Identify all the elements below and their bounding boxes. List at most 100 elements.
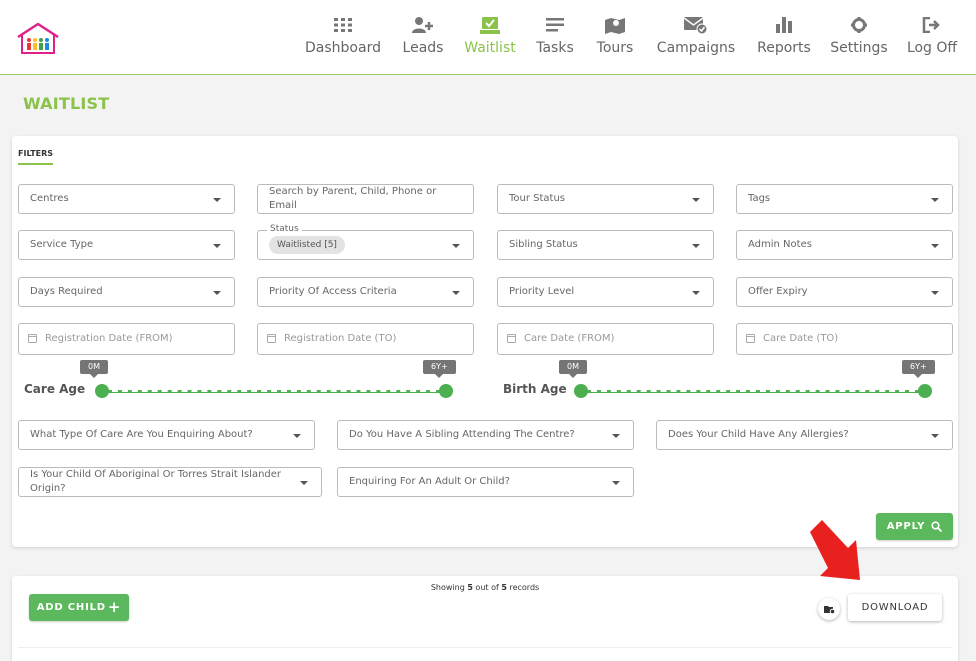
chevron-down-icon xyxy=(452,244,460,248)
nav-leads[interactable]: Leads xyxy=(401,14,445,64)
top-navigation-bar: Dashboard Leads Waitlist Tasks Tours Cam… xyxy=(0,0,976,75)
care-date-from-placeholder: Care Date (FROM) xyxy=(524,333,615,344)
map-pin-icon xyxy=(605,14,625,36)
adult-child-question-select[interactable]: Enquiring For An Adult Or Child? xyxy=(337,467,634,497)
nav-label: Log Off xyxy=(906,40,958,56)
allergies-question-select[interactable]: Does Your Child Have Any Allergies? xyxy=(656,420,953,450)
birth-age-min-value: 0M xyxy=(559,360,587,378)
tags-label: Tags xyxy=(748,193,771,204)
care-date-to[interactable]: Care Date (TO) xyxy=(736,323,953,355)
care-type-question-select[interactable]: What Type Of Care Are You Enquiring Abou… xyxy=(18,420,315,450)
birth-age-label: Birth Age xyxy=(503,382,567,396)
filters-tab[interactable]: FILTERS xyxy=(18,149,54,165)
birth-age-min-handle[interactable] xyxy=(574,384,588,398)
nav-settings[interactable]: Settings xyxy=(830,14,888,64)
nav-tours[interactable]: Tours xyxy=(595,14,635,64)
care-date-from[interactable]: Care Date (FROM) xyxy=(497,323,714,355)
divider xyxy=(18,647,952,648)
chevron-down-icon xyxy=(692,244,700,248)
calendar-icon xyxy=(28,334,37,343)
care-type-question-label: What Type Of Care Are You Enquiring Abou… xyxy=(30,429,253,440)
aboriginal-question-select[interactable]: Is Your Child Of Aboriginal Or Torres St… xyxy=(18,467,322,497)
sibling-status-label: Sibling Status xyxy=(509,239,578,250)
chevron-down-icon xyxy=(692,198,700,202)
centres-select[interactable]: Centres xyxy=(18,184,235,214)
offer-expiry-select[interactable]: Offer Expiry xyxy=(736,277,953,307)
chevron-down-icon xyxy=(300,481,308,485)
records-count: Showing 5 out of 5 records xyxy=(12,583,958,592)
care-date-to-placeholder: Care Date (TO) xyxy=(763,333,839,344)
nav-reports[interactable]: Reports xyxy=(757,14,811,64)
logo-house-icon[interactable] xyxy=(14,21,62,55)
calendar-icon xyxy=(507,334,516,343)
nav-log-off[interactable]: Log Off xyxy=(907,14,957,64)
nav-waitlist[interactable]: Waitlist xyxy=(464,14,516,64)
birth-age-max-handle[interactable] xyxy=(918,384,932,398)
nav-campaigns[interactable]: Campaigns xyxy=(655,14,737,64)
list-icon xyxy=(546,14,564,36)
records-prefix: Showing xyxy=(430,583,468,592)
status-chip[interactable]: Waitlisted [5] xyxy=(269,236,345,254)
registration-date-to-placeholder: Registration Date (TO) xyxy=(284,333,397,344)
registration-date-from[interactable]: Registration Date (FROM) xyxy=(18,323,235,355)
chevron-down-icon xyxy=(931,291,939,295)
tags-select[interactable]: Tags xyxy=(736,184,953,214)
page-title: WAITLIST xyxy=(23,94,110,113)
allergies-question-label: Does Your Child Have Any Allergies? xyxy=(668,429,849,440)
filters-panel: FILTERS Centres Search by Parent, Child,… xyxy=(12,136,958,547)
birth-age-slider-track[interactable] xyxy=(581,390,925,393)
offer-expiry-label: Offer Expiry xyxy=(748,286,808,297)
registration-date-to[interactable]: Registration Date (TO) xyxy=(257,323,474,355)
calendar-icon xyxy=(746,334,755,343)
priority-access-label: Priority Of Access Criteria xyxy=(269,286,397,297)
care-age-max-handle[interactable] xyxy=(439,384,453,398)
adult-child-question-label: Enquiring For An Adult Or Child? xyxy=(349,476,510,487)
records-suffix: records xyxy=(506,583,540,592)
nav-label: Leads xyxy=(402,40,444,56)
nav-tasks[interactable]: Tasks xyxy=(535,14,575,64)
status-select[interactable]: Status Waitlisted [5] xyxy=(257,224,474,260)
chevron-down-icon xyxy=(931,434,939,438)
priority-level-select[interactable]: Priority Level xyxy=(497,277,714,307)
days-required-select[interactable]: Days Required xyxy=(18,277,235,307)
chevron-down-icon xyxy=(213,198,221,202)
chevron-down-icon xyxy=(612,481,620,485)
chevron-down-icon xyxy=(931,198,939,202)
logout-icon xyxy=(922,14,942,36)
care-age-max-value: 6Y+ xyxy=(423,360,456,378)
nav-label: Settings xyxy=(830,40,888,56)
days-required-label: Days Required xyxy=(30,286,103,297)
results-panel: ADD CHILD + Showing 5 out of 5 records D… xyxy=(12,576,958,661)
care-age-slider-track[interactable] xyxy=(102,390,446,393)
priority-access-select[interactable]: Priority Of Access Criteria xyxy=(257,277,474,307)
bar-chart-icon xyxy=(776,14,792,36)
search-input[interactable]: Search by Parent, Child, Phone or Email xyxy=(257,184,474,214)
nav-label: Reports xyxy=(757,40,811,56)
download-button[interactable]: DOWNLOAD xyxy=(848,594,942,621)
admin-notes-select[interactable]: Admin Notes xyxy=(736,230,953,260)
nav-label: Dashboard xyxy=(305,40,381,56)
aboriginal-question-label: Is Your Child Of Aboriginal Or Torres St… xyxy=(30,469,282,494)
nav-label: Waitlist xyxy=(464,40,516,56)
sibling-status-select[interactable]: Sibling Status xyxy=(497,230,714,260)
folder-gear-icon xyxy=(823,605,835,614)
tour-status-select[interactable]: Tour Status xyxy=(497,184,714,214)
care-age-min-handle[interactable] xyxy=(95,384,109,398)
nav-label: Campaigns xyxy=(656,40,736,56)
nav-dashboard[interactable]: Dashboard xyxy=(305,14,381,64)
birth-age-max-value: 6Y+ xyxy=(902,360,935,378)
apply-button[interactable]: APPLY xyxy=(876,513,953,540)
download-button-label: DOWNLOAD xyxy=(861,602,929,613)
status-legend: Status xyxy=(267,224,302,234)
service-type-select[interactable]: Service Type xyxy=(18,230,235,260)
add-user-icon xyxy=(412,14,434,36)
chevron-down-icon xyxy=(293,434,301,438)
care-age-label: Care Age xyxy=(24,382,86,396)
sibling-question-select[interactable]: Do You Have A Sibling Attending The Cent… xyxy=(337,420,634,450)
gear-icon xyxy=(851,14,867,36)
red-arrow-annotation-icon xyxy=(810,520,860,580)
add-child-button[interactable]: ADD CHILD + xyxy=(29,594,129,621)
search-input-placeholder: Search by Parent, Child, Phone or Email xyxy=(269,186,437,211)
nav-label: Tours xyxy=(596,40,634,56)
export-settings-button[interactable] xyxy=(818,598,840,620)
